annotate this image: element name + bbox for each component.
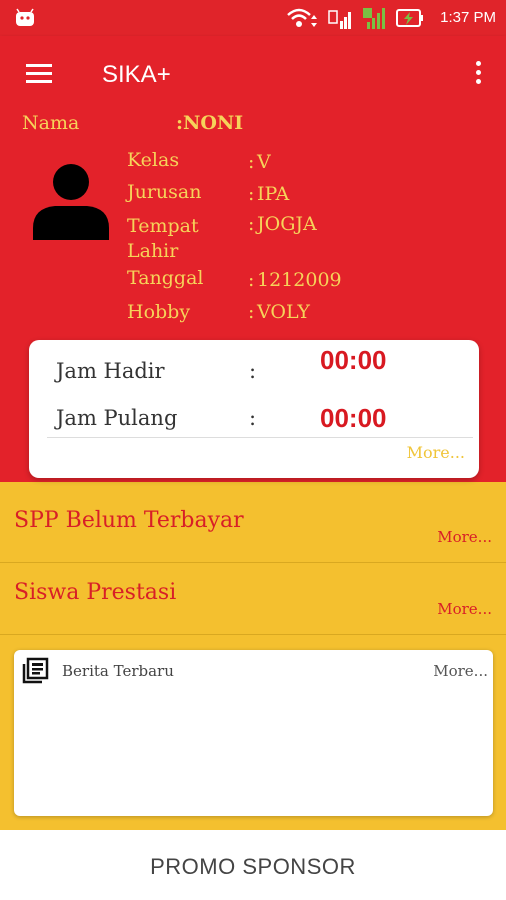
- tempat-label: Tempat: [127, 215, 199, 237]
- app-title: SIKA+: [102, 61, 171, 88]
- prestasi-title: Siswa Prestasi: [14, 580, 177, 605]
- tanggal-colon: :: [248, 269, 255, 291]
- wifi-icon: [287, 8, 317, 27]
- battery-icon: [396, 9, 423, 27]
- lahir-label: Lahir: [127, 240, 179, 262]
- attendance-more-link[interactable]: More...: [407, 443, 465, 462]
- menu-icon[interactable]: [26, 64, 52, 84]
- hobby-label: Hobby: [127, 301, 191, 323]
- nama-value: :NONI: [176, 112, 244, 134]
- status-icons: [286, 7, 424, 29]
- jurusan-colon: :: [248, 183, 255, 205]
- status-time: 1:37 PM: [440, 9, 496, 26]
- kelas-label: Kelas: [127, 149, 180, 171]
- signal-icon: [363, 8, 385, 29]
- kelas-colon: :: [248, 151, 255, 173]
- jam-pulang-colon: :: [249, 406, 257, 430]
- news-icon: [22, 657, 49, 684]
- attendance-card: Jam Hadir : 00:00 Jam Pulang : 00:00 Mor…: [29, 340, 479, 478]
- news-more-link[interactable]: More...: [433, 662, 488, 680]
- avatar-icon: [33, 164, 109, 240]
- news-title: Berita Terbaru: [62, 662, 174, 680]
- prestasi-section[interactable]: Siswa Prestasi More...: [0, 564, 506, 635]
- android-icon: [16, 8, 34, 26]
- spp-section[interactable]: SPP Belum Terbayar More...: [0, 492, 506, 563]
- jam-hadir-colon: :: [249, 359, 257, 383]
- tempat-value: JOGJA: [257, 213, 317, 235]
- overflow-menu-icon[interactable]: [476, 61, 482, 87]
- tanggal-label: Tanggal: [127, 267, 204, 289]
- app-bar: SIKA+: [0, 36, 506, 112]
- spp-more-link[interactable]: More...: [437, 528, 492, 546]
- footer: PROMO SPONSOR: [0, 830, 506, 900]
- tempat-colon: :: [248, 213, 255, 235]
- tanggal-value: 1212009: [257, 269, 342, 291]
- promo-sponsor[interactable]: PROMO SPONSOR: [0, 854, 506, 880]
- kelas-value: V: [257, 151, 271, 173]
- news-card: Berita Terbaru More...: [14, 650, 493, 816]
- hobby-colon: :: [248, 301, 255, 323]
- status-bar: 1:37 PM: [0, 0, 506, 36]
- jam-pulang-value: 00:00: [320, 403, 387, 433]
- jurusan-label: Jurusan: [127, 181, 202, 203]
- prestasi-more-link[interactable]: More...: [437, 600, 492, 618]
- jam-hadir-label: Jam Hadir: [56, 359, 165, 383]
- card-divider: [47, 437, 473, 438]
- nama-label: Nama: [22, 112, 80, 134]
- jam-pulang-label: Jam Pulang: [56, 406, 178, 430]
- spp-title: SPP Belum Terbayar: [14, 508, 244, 533]
- jurusan-value: IPA: [257, 183, 290, 205]
- signal-icon: [328, 10, 351, 29]
- hobby-value: VOLY: [257, 301, 310, 323]
- jam-hadir-value: 00:00: [320, 345, 387, 375]
